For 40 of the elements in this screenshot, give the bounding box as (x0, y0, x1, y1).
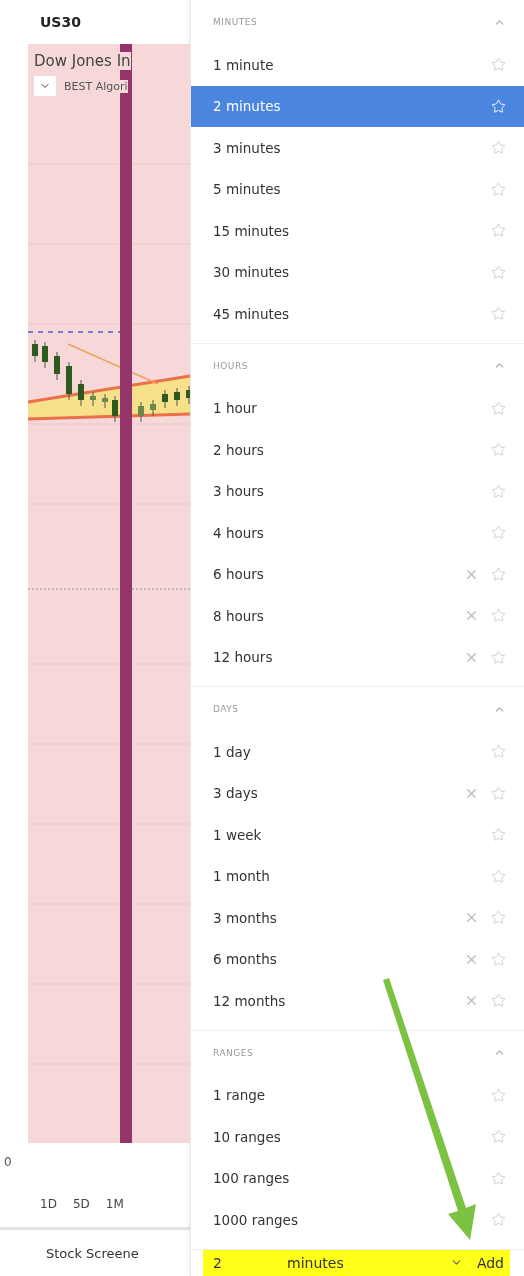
interval-item[interactable]: 3 minutes (191, 127, 524, 169)
interval-item[interactable]: 2 minutes (191, 85, 524, 127)
interval-item[interactable]: 15 minutes (191, 210, 524, 252)
interval-item[interactable]: 45 minutes (191, 293, 524, 335)
unit-select[interactable]: minutes (271, 1254, 471, 1271)
interval-item[interactable]: 1 range (191, 1074, 524, 1116)
chart-title: Dow Jones In (34, 52, 131, 70)
interval-item[interactable]: 1 month (191, 855, 524, 897)
interval-item[interactable]: 30 minutes (191, 251, 524, 293)
interval-item[interactable]: 1 hour (191, 387, 524, 429)
range-button[interactable]: 1M (105, 1197, 124, 1211)
interval-item[interactable]: 6 hours (191, 553, 524, 595)
add-button[interactable]: Add (470, 1254, 510, 1271)
interval-item[interactable]: 6 months (191, 938, 524, 980)
section-title: HOURS (213, 360, 248, 371)
axis-label: 0 (4, 1155, 12, 1169)
interval-item[interactable]: 12 hours (191, 636, 524, 678)
footer-tab[interactable]: Stock Screene (46, 1245, 139, 1261)
interval-item[interactable]: 3 hours (191, 470, 524, 512)
interval-item[interactable]: 10 ranges (191, 1116, 524, 1158)
interval-item[interactable]: 3 days (191, 772, 524, 814)
symbol-title: US30 (39, 13, 82, 32)
section-title: DAYS (213, 704, 239, 714)
range-button[interactable]: 5D (72, 1197, 90, 1211)
interval-item[interactable]: 5 minutes (191, 168, 524, 210)
interval-item[interactable]: 3 months (191, 897, 524, 939)
interval-item[interactable]: 1000 ranges (191, 1199, 524, 1241)
interval-item[interactable]: 1 week (191, 814, 524, 856)
interval-value-field[interactable]: 2 (203, 1254, 271, 1271)
interval-item[interactable]: 12 months (191, 980, 524, 1022)
section-title: RANGES (213, 1047, 254, 1058)
interval-item[interactable]: 8 hours (191, 595, 524, 637)
interval-item[interactable]: 2 hours (191, 429, 524, 471)
interval-item[interactable]: 100 ranges (191, 1157, 524, 1199)
section-title: MINUTES (213, 17, 258, 27)
interval-item[interactable]: 1 day (191, 731, 524, 773)
indicator-label: BEST Algori (64, 79, 128, 93)
range-button[interactable]: 1D (40, 1197, 57, 1211)
interval-item[interactable]: 1 minute (191, 44, 524, 86)
interval-item[interactable]: 4 hours (191, 512, 524, 554)
